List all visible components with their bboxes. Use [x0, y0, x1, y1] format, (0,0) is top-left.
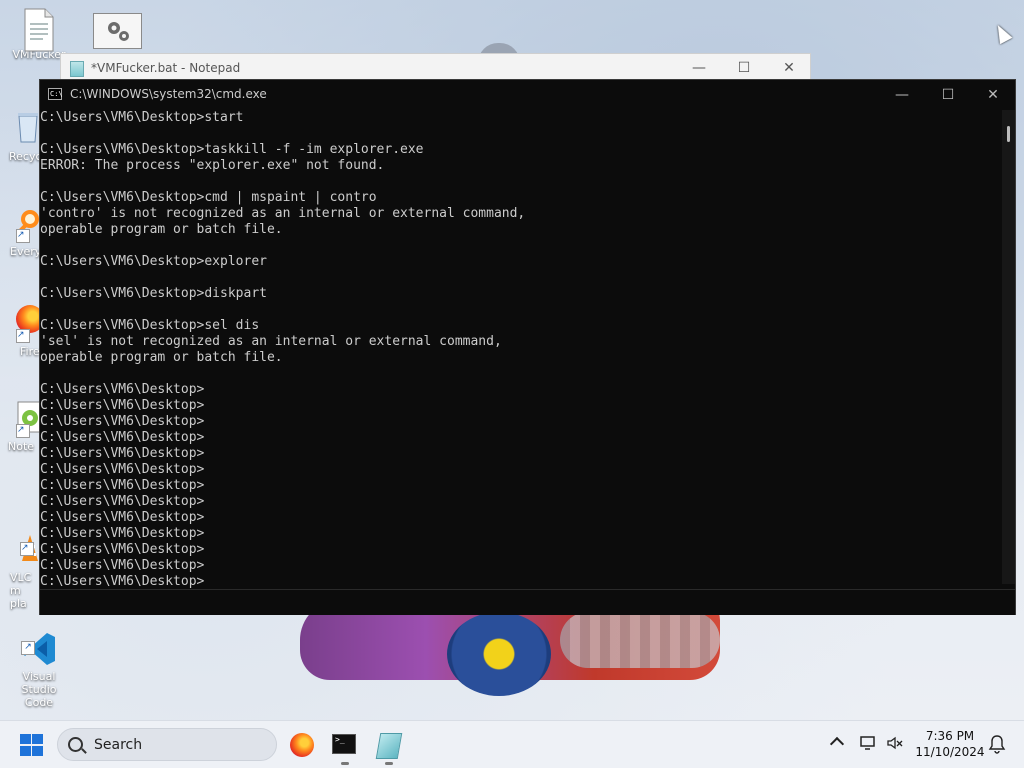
shortcut-arrow-icon: ↗	[16, 329, 30, 343]
notepad-icon	[375, 733, 403, 759]
notepad-minimize-button[interactable]: —	[676, 54, 722, 82]
cmd-line: C:\Users\VM6\Desktop>	[40, 510, 205, 525]
cmd-line: C:\Users\VM6\Desktop>	[40, 414, 205, 429]
desktop-icon-recycle-bin[interactable]: Recyc	[0, 110, 42, 163]
taskbar-clock[interactable]: 7:36 PM 11/10/2024	[912, 728, 988, 760]
cmd-line	[40, 238, 1002, 254]
search-icon	[68, 737, 83, 752]
notification-bell-icon[interactable]	[988, 734, 1006, 754]
cmd-line: C:\Users\VM6\Desktop>explorer	[40, 254, 267, 269]
cmd-line	[40, 174, 1002, 190]
desktop-icon-label: Firef	[20, 345, 44, 358]
cmd-vertical-scrollbar[interactable]	[1002, 110, 1015, 584]
desktop-icon-label: Recyc	[9, 150, 42, 163]
cmd-line: C:\Users\VM6\Desktop>sel dis	[40, 318, 260, 333]
notepad-plus-plus-icon: ↗	[16, 400, 41, 438]
cmd-icon: >_	[332, 734, 356, 754]
cmd-line	[40, 302, 1002, 318]
batch-file-icon	[21, 8, 57, 52]
cmd-line: 'sel' is not recognized as an internal o…	[40, 334, 502, 349]
desktop-icon-notepadpp[interactable]: ↗ Note	[0, 400, 41, 453]
running-indicator	[341, 762, 349, 765]
chevron-up-icon[interactable]	[830, 735, 842, 747]
cmd-line: operable program or batch file.	[40, 350, 283, 365]
vlc-icon: ↗	[20, 518, 40, 561]
cmd-title: C:\WINDOWS\system32\cmd.exe	[70, 87, 267, 101]
desktop-icon-label: Note	[8, 440, 35, 453]
cmd-line	[40, 366, 1002, 382]
taskbar: Search >_ 7:36 PM 11/10/2024	[0, 720, 1024, 768]
cmd-line: C:\Users\VM6\Desktop>	[40, 398, 205, 413]
desktop-icon-label: Every	[10, 245, 42, 258]
cmd-line: C:\Users\VM6\Desktop>	[40, 446, 205, 461]
shortcut-arrow-icon: ↗	[21, 641, 35, 655]
cmd-line: C:\Users\VM6\Desktop>taskkill -f -im exp…	[40, 142, 424, 157]
taskbar-app-notepad[interactable]	[372, 729, 406, 765]
cmd-icon: C:\	[48, 88, 63, 100]
start-button[interactable]	[20, 734, 44, 756]
cmd-maximize-button[interactable]: ☐	[925, 80, 971, 110]
cmd-close-button[interactable]: ✕	[970, 80, 1016, 110]
firefox-icon	[290, 733, 314, 757]
shortcut-arrow-icon: ↗	[16, 424, 30, 438]
everything-search-icon: ↗	[16, 205, 40, 243]
cmd-line	[40, 270, 1002, 286]
desktop-icon-firefox[interactable]: ↗ Firef	[0, 305, 44, 358]
cmd-line: C:\Users\VM6\Desktop>diskpart	[40, 286, 267, 301]
cmd-minimize-button[interactable]: —	[879, 80, 925, 110]
cmd-line: C:\Users\VM6\Desktop>	[40, 526, 205, 541]
cmd-bottom-bar	[40, 589, 1015, 615]
running-indicator	[385, 762, 393, 765]
cmd-line: C:\Users\VM6\Desktop>	[40, 478, 205, 493]
cmd-line: C:\Users\VM6\Desktop>start	[40, 110, 244, 125]
cmd-line: ERROR: The process "explorer.exe" not fo…	[40, 158, 385, 173]
desktop-icon-everything[interactable]: ↗ Every	[0, 205, 42, 258]
cmd-line: operable program or batch file.	[40, 222, 283, 237]
settings-gears-icon	[108, 22, 129, 41]
network-icon[interactable]	[860, 735, 880, 751]
notepad-title: *VMFucker.bat - Notepad	[91, 61, 241, 75]
recycle-bin-icon	[16, 110, 40, 148]
cmd-output[interactable]: C:\Users\VM6\Desktop>start C:\Users\VM6\D…	[40, 110, 1002, 590]
cmd-window[interactable]: C:\ C:\WINDOWS\system32\cmd.exe — ☐ ✕ C:…	[39, 79, 1016, 615]
wallpaper-gears	[560, 612, 720, 668]
cmd-line: C:\Users\VM6\Desktop>	[40, 430, 205, 445]
firefox-icon: ↗	[16, 305, 44, 343]
notepad-icon	[70, 61, 84, 77]
cmd-line	[40, 126, 1002, 142]
clock-time: 7:36 PM	[925, 729, 975, 743]
cmd-line: C:\Users\VM6\Desktop>	[40, 382, 205, 397]
desktop-icon-vscode[interactable]: ↗ Visual Studio Code	[4, 604, 74, 722]
wallpaper-wheel	[447, 612, 551, 696]
shortcut-arrow-icon: ↗	[20, 542, 34, 556]
taskbar-search-box[interactable]: Search	[57, 728, 277, 761]
clock-date: 11/10/2024	[915, 745, 985, 759]
search-label: Search	[94, 737, 143, 753]
settings-thumbnail[interactable]	[93, 13, 142, 49]
desktop-icon-label: Visual Studio Code	[21, 670, 57, 709]
taskbar-app-firefox[interactable]	[286, 729, 320, 761]
vscode-icon: ↗	[21, 617, 57, 665]
cmd-line: C:\Users\VM6\Desktop>cmd | mspaint | con…	[40, 190, 377, 205]
cmd-line: C:\Users\VM6\Desktop>	[40, 574, 205, 589]
cmd-line: 'contro' is not recognized as an interna…	[40, 206, 526, 221]
scrollbar-thumb[interactable]	[1007, 126, 1010, 142]
cmd-line: C:\Users\VM6\Desktop>	[40, 542, 205, 557]
notepad-maximize-button[interactable]: ☐	[721, 54, 767, 82]
cmd-line: C:\Users\VM6\Desktop>	[40, 462, 205, 477]
notepad-close-button[interactable]: ✕	[766, 54, 812, 82]
taskbar-app-cmd[interactable]: >_	[328, 729, 362, 765]
cmd-line: C:\Users\VM6\Desktop>	[40, 558, 205, 573]
shortcut-arrow-icon: ↗	[16, 229, 30, 243]
cmd-titlebar[interactable]: C:\ C:\WINDOWS\system32\cmd.exe — ☐ ✕	[40, 80, 1015, 110]
volume-muted-icon[interactable]	[886, 735, 904, 751]
cmd-line: C:\Users\VM6\Desktop>	[40, 494, 205, 509]
